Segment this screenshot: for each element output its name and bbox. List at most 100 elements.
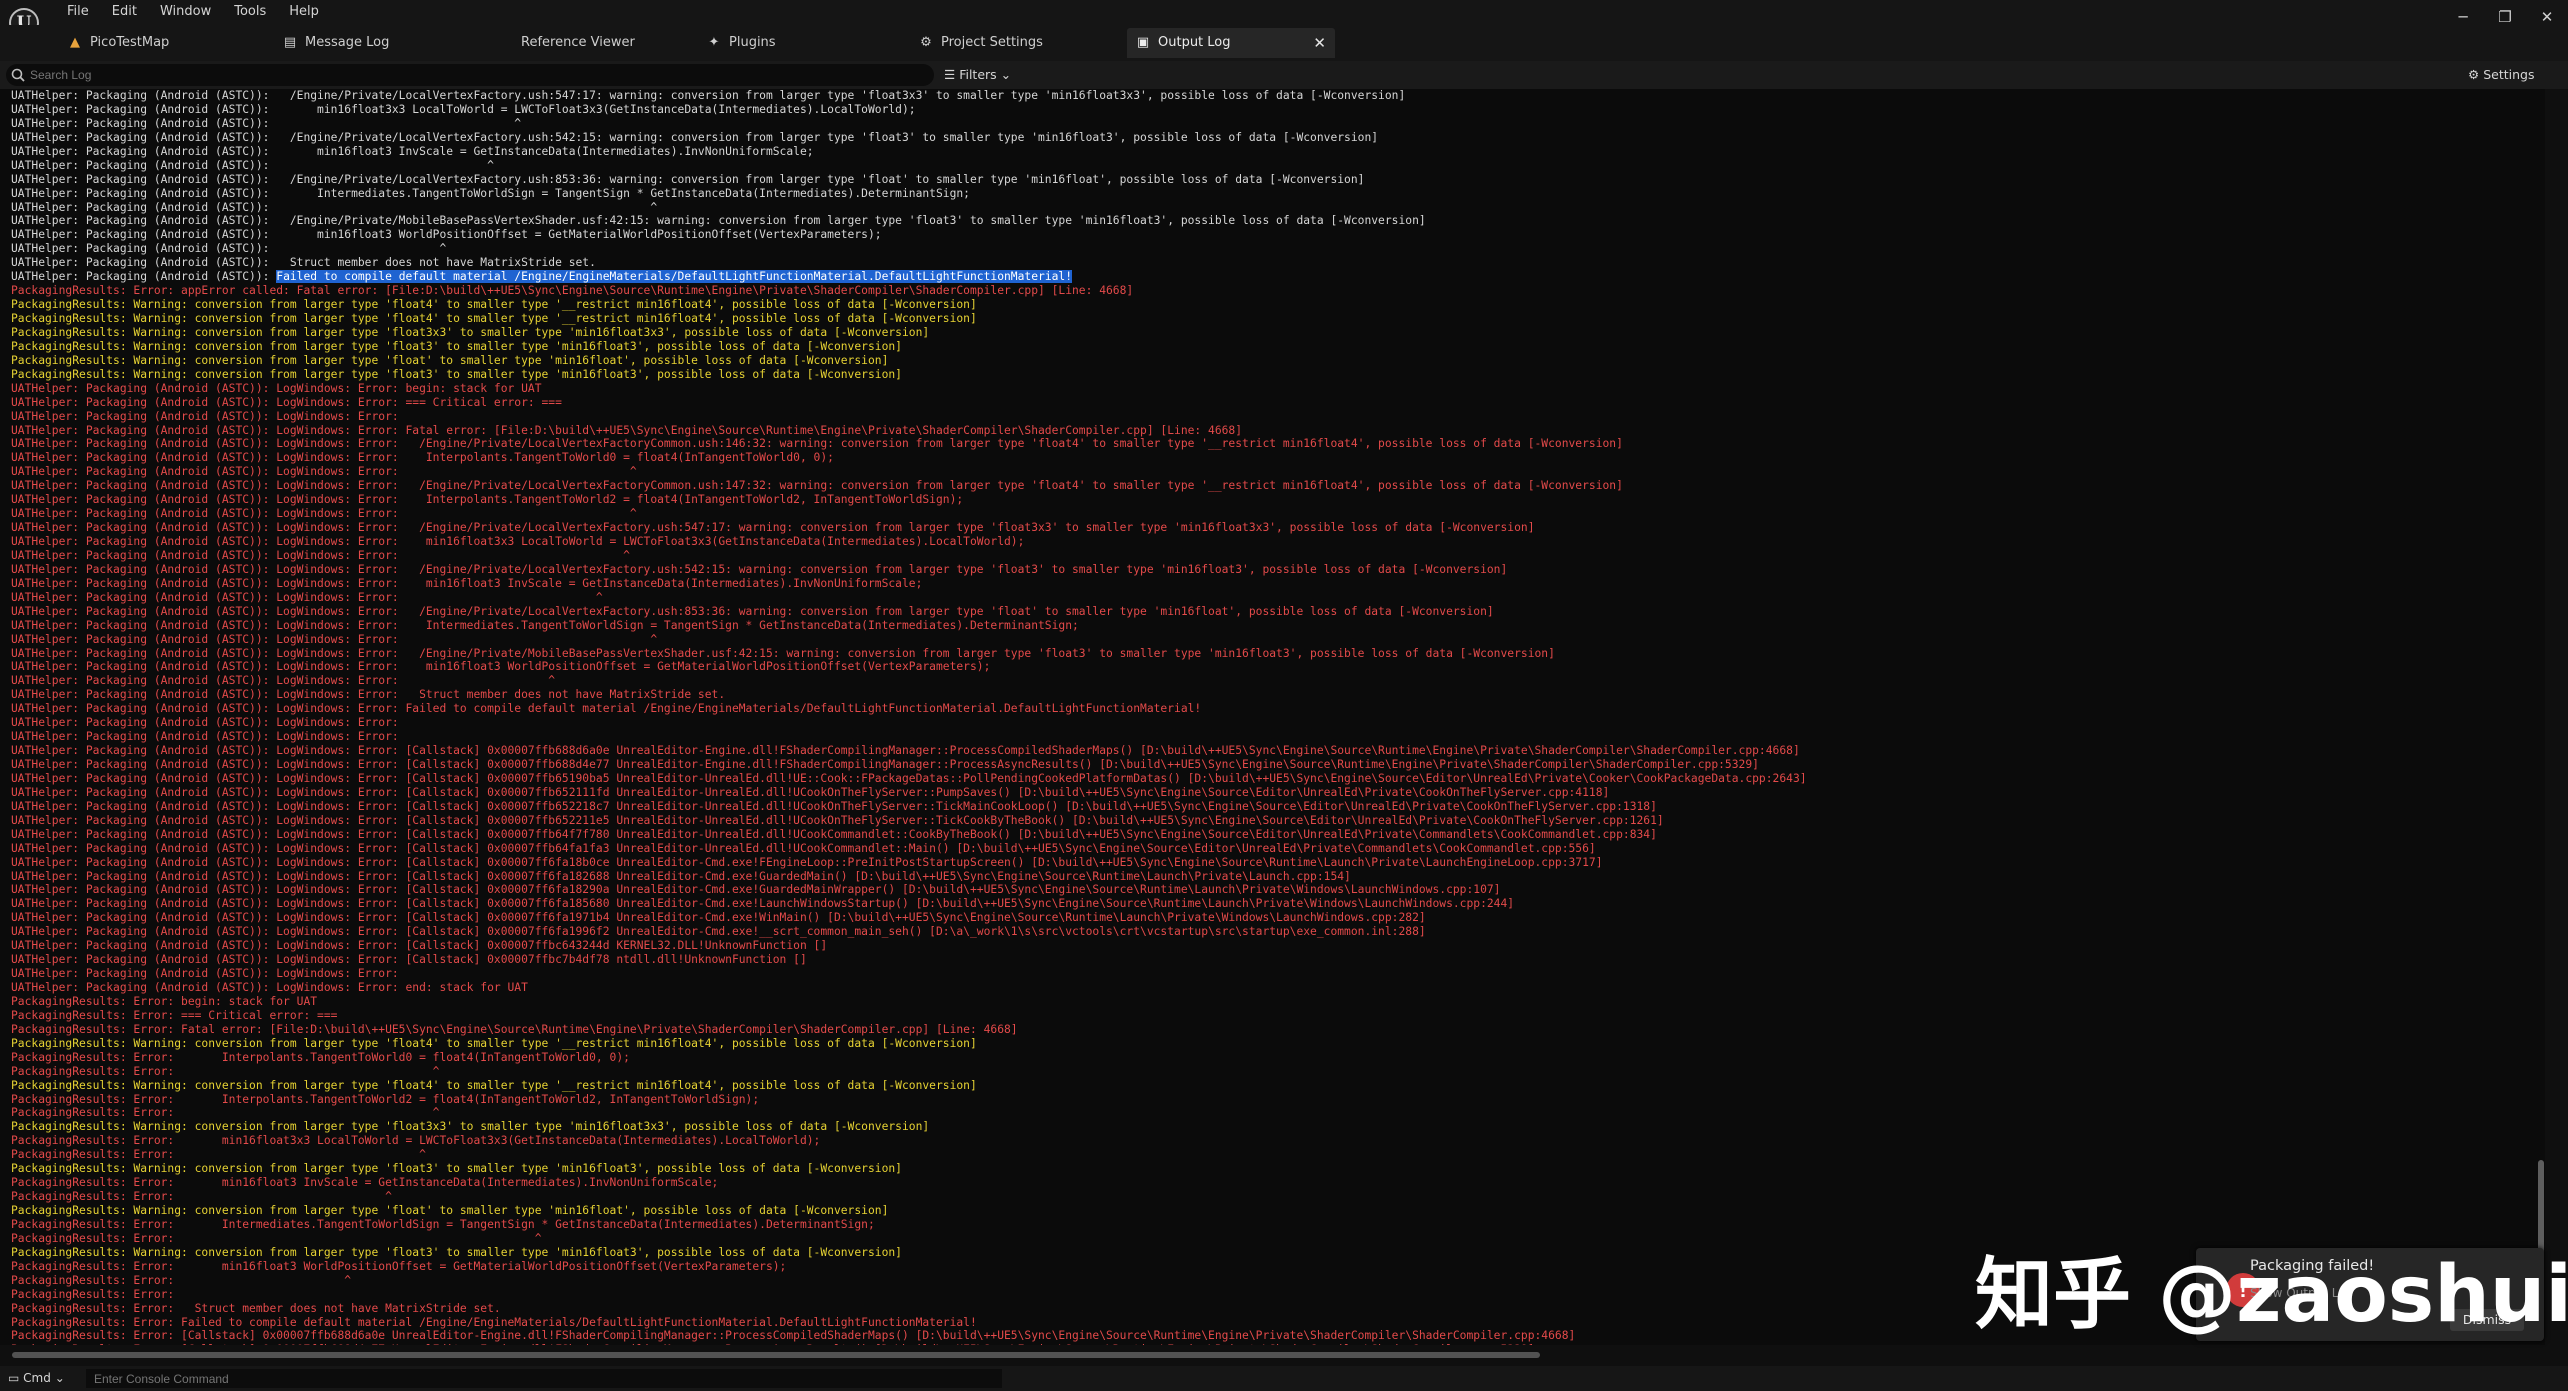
log-line-text: UATHelper: Packaging (Android (ASTC)): /… [11,89,1406,102]
log-line-text: PackagingResults: Warning: conversion fr… [11,298,977,312]
menu-edit[interactable]: Edit [112,0,137,22]
log-line-text: PackagingResults: Warning: conversion fr… [11,339,902,353]
output-log-icon: ▣ [1136,35,1150,50]
log-line-text: PackagingResults: Warning: conversion fr… [11,1036,977,1050]
log-line-text: UATHelper: Packaging (Android (ASTC)): L… [11,632,658,646]
log-line-text: UATHelper: Packaging (Android (ASTC)): L… [11,799,1657,813]
log-line-text: UATHelper: Packaging (Android (ASTC)): L… [11,562,1508,576]
log-line: PackagingResults: Error: ^ [0,1065,2545,1079]
log-line-text: UATHelper: Packaging (Android (ASTC)): L… [11,479,1623,493]
log-line-text: UATHelper: Packaging (Android (ASTC)): L… [11,493,964,507]
console-command-input[interactable] [86,1369,1002,1388]
log-line-text: PackagingResults: Error: [Callstack] 0x0… [11,1329,1576,1343]
log-line-text: PackagingResults: Error: Interpolants.Ta… [11,1050,630,1064]
close-tab-icon[interactable]: ✕ [1313,28,1326,58]
tab-plugins[interactable]: ✦ Plugins [707,28,827,58]
log-line-text: UATHelper: Packaging (Android (ASTC)): L… [11,381,542,395]
log-line: UATHelper: Packaging (Android (ASTC)): L… [0,493,2545,507]
log-line-text: UATHelper: Packaging (Android (ASTC)): L… [11,730,399,744]
log-line-text: UATHelper: Packaging (Android (ASTC)): L… [11,702,1202,716]
log-line-text: UATHelper: Packaging (Android (ASTC)): S… [11,256,596,270]
menu-window[interactable]: Window [160,0,211,22]
log-line: UATHelper: Packaging (Android (ASTC)): F… [0,270,2545,284]
log-line: UATHelper: Packaging (Android (ASTC)): L… [0,382,2545,396]
search-box [6,64,934,86]
log-line: UATHelper: Packaging (Android (ASTC)): m… [0,145,2545,159]
log-line: UATHelper: Packaging (Android (ASTC)): L… [0,828,2545,842]
log-line-text: UATHelper: Packaging (Android (ASTC)): /… [11,172,1365,186]
menu-help[interactable]: Help [289,0,319,22]
log-line-text: PackagingResults: Error: Fatal error: [F… [11,1022,1018,1036]
output-log-panel[interactable]: UATHelper: Packaging (Android (ASTC)): /… [0,89,2545,1345]
log-line: PackagingResults: Error: Interpolants.Ta… [0,1093,2545,1107]
log-line-text: UATHelper: Packaging (Android (ASTC)): L… [11,576,923,590]
log-line-text: UATHelper: Packaging (Android (ASTC)): L… [11,590,603,604]
tab-output-log[interactable]: ▣ Output Log ✕ [1127,28,1335,58]
log-line-text: UATHelper: Packaging (Android (ASTC)): ^ [11,116,522,130]
log-line-text: UATHelper: Packaging (Android (ASTC)): L… [11,660,991,674]
log-line: UATHelper: Packaging (Android (ASTC)): L… [0,730,2545,744]
log-toolbar: ☰ Filters ⌄ ⚙ Settings [0,61,2568,89]
log-line-text: UATHelper: Packaging (Android (ASTC)): /… [11,130,1379,144]
tab-message-log[interactable]: ▤ Message Log [283,28,433,58]
search-input[interactable] [30,66,910,84]
log-line: PackagingResults: Warning: conversion fr… [0,1120,2545,1134]
log-line-text: PackagingResults: Error: Struct member d… [11,1301,501,1315]
horizontal-scrollbar[interactable] [12,1352,1540,1358]
log-line-text: PackagingResults: Warning: conversion fr… [11,325,930,339]
gear-icon: ⚙ [920,35,932,50]
log-line: UATHelper: Packaging (Android (ASTC)): m… [0,103,2545,117]
tab-label: PicoTestMap [90,35,170,50]
log-line: UATHelper: Packaging (Android (ASTC)): L… [0,925,2545,939]
tab-label: Output Log [1158,35,1231,50]
menu-tools[interactable]: Tools [234,0,266,22]
log-line-text: UATHelper: Packaging (Android (ASTC)): L… [11,981,528,994]
log-line-text: UATHelper: Packaging (Android (ASTC)): L… [11,395,562,409]
log-line-text: PackagingResults: Error: Failed to compi… [11,1315,977,1329]
log-line: PackagingResults: Error: Interpolants.Ta… [0,1051,2545,1065]
log-line: PackagingResults: Warning: conversion fr… [0,1204,2545,1218]
tab-reference-viewer[interactable]: Reference Viewer [521,28,651,58]
log-line: UATHelper: Packaging (Android (ASTC)): L… [0,605,2545,619]
log-line-text: PackagingResults: Error: min16float3 Wor… [11,1259,787,1273]
log-line-text: PackagingResults: Warning: conversion fr… [11,1078,977,1092]
log-line-text: UATHelper: Packaging (Android (ASTC)): L… [11,604,1494,618]
tab-picotestmap[interactable]: ▲ PicoTestMap [68,28,228,58]
settings-button[interactable]: ⚙ Settings [2468,65,2534,85]
watermark: 知乎 @zaoshui [1975,1250,2568,1340]
log-line-text: PackagingResults: Error: Interpolants.Ta… [11,1092,760,1106]
log-line-text: PackagingResults: Error: appError called… [11,284,1134,298]
log-line-text: PackagingResults: Warning: conversion fr… [11,1162,902,1176]
log-line-text: PackagingResults: Error: ^ [11,1064,440,1078]
status-bar: ▭ Cmd ⌄ [0,1366,2568,1391]
cmd-selector[interactable]: ▭ Cmd ⌄ [8,1370,65,1387]
log-line-text: PackagingResults: Error: ^ [11,1148,426,1162]
log-line: PackagingResults: Warning: conversion fr… [0,1079,2545,1093]
log-line-text: PackagingResults: Warning: conversion fr… [11,1204,889,1217]
menu-file[interactable]: File [67,0,89,22]
tab-label: Reference Viewer [521,35,635,50]
log-line-text: PackagingResults: Error: === Critical er… [11,1008,338,1022]
log-line: PackagingResults: Warning: conversion fr… [0,340,2545,354]
filter-icon: ☰ [944,67,956,82]
log-line: UATHelper: Packaging (Android (ASTC)): L… [0,479,2545,493]
log-line-text: UATHelper: Packaging (Android (ASTC)): L… [11,535,1025,548]
log-line: UATHelper: Packaging (Android (ASTC)): S… [0,256,2545,270]
log-line: UATHelper: Packaging (Android (ASTC)): L… [0,465,2545,479]
log-line: UATHelper: Packaging (Android (ASTC)): L… [0,967,2545,981]
plugin-icon: ✦ [708,35,720,50]
log-line-text: PackagingResults: Error: begin: stack fo… [11,994,318,1008]
filters-button[interactable]: ☰ Filters ⌄ [944,65,1011,85]
message-log-icon: ▤ [283,35,297,50]
log-line-text: UATHelper: Packaging (Android (ASTC)): ^ [11,200,658,214]
log-line: UATHelper: Packaging (Android (ASTC)): L… [0,786,2545,800]
log-line-text: UATHelper: Packaging (Android (ASTC)): L… [11,744,1800,758]
log-line: UATHelper: Packaging (Android (ASTC)): L… [0,897,2545,911]
console-icon: ▭ [8,1371,20,1385]
log-line: UATHelper: Packaging (Android (ASTC)): L… [0,437,2545,451]
log-line: UATHelper: Packaging (Android (ASTC)): ^ [0,242,2545,256]
tab-label: Project Settings [941,35,1043,50]
tab-project-settings[interactable]: ⚙ Project Settings [919,28,1069,58]
log-line-text: UATHelper: Packaging (Android (ASTC)): L… [11,925,1426,939]
log-line: PackagingResults: Warning: conversion fr… [0,312,2545,326]
